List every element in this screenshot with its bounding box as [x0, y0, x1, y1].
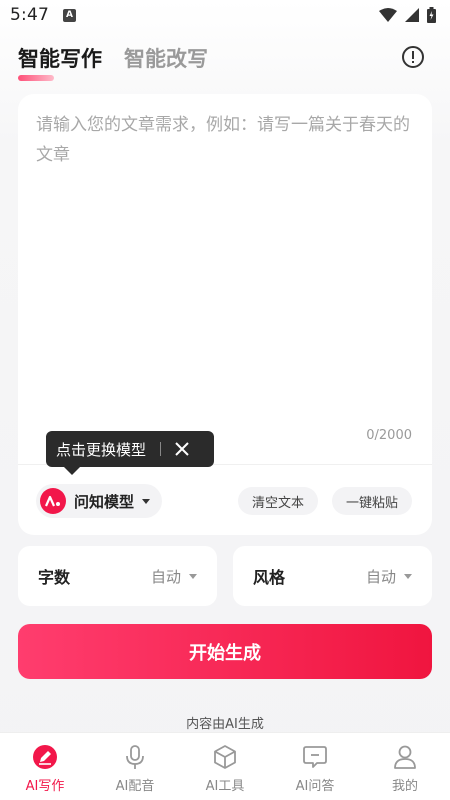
bottom-nav: AI写作 AI配音 AI工具 AI问答 我的 [0, 732, 450, 800]
notification-icon: A [62, 8, 76, 22]
model-tooltip: 点击更换模型 [46, 431, 214, 467]
nav-label: 我的 [391, 779, 418, 794]
style-label: 风格 [253, 568, 286, 587]
battery-icon [427, 7, 436, 23]
model-label: 问知模型 [74, 492, 135, 511]
ai-generated-note: 内容由AI生成 [186, 717, 264, 732]
tooltip-arrow [64, 467, 80, 475]
status-bar: 5:47 A [0, 0, 450, 30]
tooltip-close-button[interactable] [173, 440, 191, 458]
info-button[interactable] [400, 44, 426, 70]
close-icon [175, 442, 189, 456]
nav-label: AI配音 [115, 779, 155, 794]
user-icon [391, 743, 419, 771]
nav-label: AI写作 [25, 779, 65, 794]
nav-item-mine[interactable]: 我的 [360, 733, 450, 800]
nav-item-ai-voice[interactable]: AI配音 [90, 733, 180, 800]
editor-card: 0/2000 [18, 94, 432, 535]
tab-smart-rewrite[interactable]: 智能改写 [124, 43, 208, 73]
style-value: 自动 [365, 567, 396, 586]
cube-icon [211, 743, 239, 771]
nav-item-ai-qa[interactable]: AI问答 [270, 733, 360, 800]
word-count-value: 自动 [150, 567, 181, 586]
style-select[interactable]: 风格 自动 [233, 546, 432, 606]
article-request-input[interactable] [36, 110, 414, 420]
signal-icon [405, 8, 419, 22]
tooltip-separator [160, 442, 162, 456]
tab-smart-writing[interactable]: 智能写作 [18, 43, 102, 81]
caret-down-icon [142, 498, 151, 504]
word-count-select[interactable]: 字数 自动 [18, 546, 217, 606]
clear-text-button[interactable]: 清空文本 [238, 487, 319, 515]
word-count-label: 字数 [38, 568, 71, 587]
header: 智能写作 智能改写 [0, 36, 450, 81]
start-generate-button[interactable]: 开始生成 [18, 624, 432, 679]
caret-down-icon [189, 573, 197, 579]
paste-button[interactable]: 一键粘贴 [332, 487, 413, 515]
nav-label: AI问答 [295, 779, 335, 794]
chat-icon [301, 743, 329, 771]
status-time: 5:47 [10, 5, 49, 25]
nav-label: AI工具 [205, 779, 245, 794]
model-selector[interactable]: 问知模型 [36, 484, 163, 518]
info-icon [402, 46, 424, 68]
nav-item-ai-tools[interactable]: AI工具 [180, 733, 270, 800]
model-logo-icon [40, 488, 66, 514]
caret-down-icon [404, 573, 412, 579]
tooltip-text: 点击更换模型 [56, 440, 147, 459]
nav-item-ai-writing[interactable]: AI写作 [0, 733, 90, 800]
microphone-icon [121, 743, 149, 771]
char-count: 0/2000 [366, 428, 412, 443]
status-icons [379, 7, 436, 23]
pen-icon [31, 743, 59, 771]
wifi-icon [379, 8, 397, 22]
